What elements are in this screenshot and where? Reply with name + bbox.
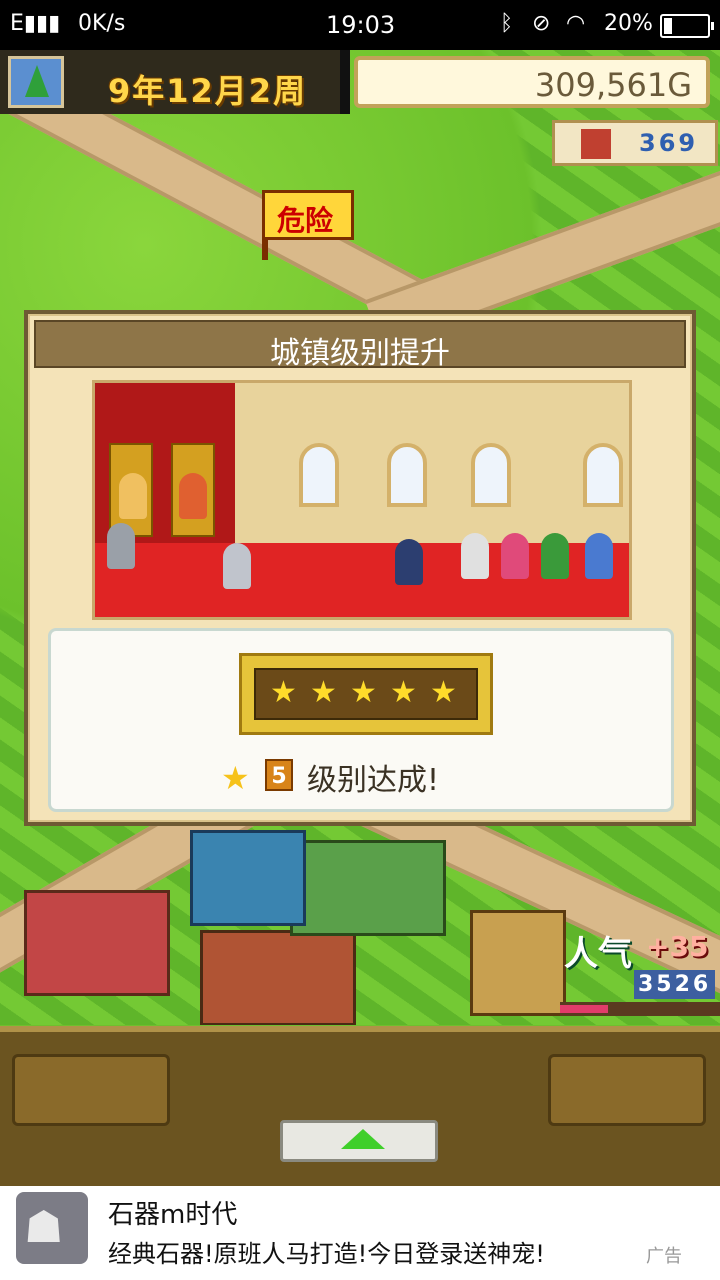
castle-window [583,443,623,507]
castle-window [299,443,339,507]
popularity-gauge[interactable] [560,1002,720,1016]
ad-app-icon[interactable]: ☗ [16,1192,88,1264]
danger-flag[interactable]: 危险 [262,190,354,240]
rating-star-icon: ★ [390,675,417,710]
mute-icon: ⊘ [532,11,551,36]
castle-window [471,443,511,507]
rating-star-icon: ★ [310,675,337,710]
expand-menu-button[interactable] [280,1120,438,1162]
citizen-figure [461,533,489,579]
danger-flag-label: 危险 [277,204,334,237]
building[interactable] [200,930,356,1025]
dialog-title: 城镇级别提升 [270,336,450,371]
dialog-title-bar: 城镇级别提升 [34,320,686,371]
toolbar-right-button[interactable] [548,1054,706,1126]
clock: 19:03 [326,11,396,39]
ad-title[interactable]: 石器m时代 [108,1194,237,1231]
chevron-up-icon [341,1129,385,1149]
level-badge: 5 [265,759,293,791]
signal-indicator: E▮▮▮ [10,11,61,36]
battery-fill [664,18,673,34]
star-rating: ★ ★ ★ ★ ★ [254,668,478,720]
bluetooth-icon: ᛒ [500,11,514,36]
popularity-gauge-fill [560,1005,608,1013]
ad-label: 广告 [646,1246,682,1267]
level-result-panel: ★ ★ ★ ★ ★ ★ 5 级别达成! [48,628,674,812]
winter-tree-icon[interactable] [8,56,64,108]
net-speed: 0K/s [78,11,126,36]
level-achieved-text: 级别达成! [307,763,440,798]
star-icon: ★ [221,759,250,797]
ad-description[interactable]: 经典石器!原班人马打造!今日登录送神宠! [108,1234,545,1269]
knight-figure [107,523,135,569]
castle-window [387,443,427,507]
money-panel: 309,561G [354,56,710,108]
ad-banner[interactable]: ☗ 石器m时代 经典石器!原班人马打造!今日登录送神宠! 广告 [0,1186,720,1280]
divider [340,50,350,114]
rating-star-icon: ★ [350,675,377,710]
building[interactable] [290,840,446,936]
stars-frame: ★ ★ ★ ★ ★ [239,653,493,735]
throne-room-illustration [92,380,632,620]
battery-percent: 20% [604,11,653,36]
citizen-figure [585,533,613,579]
citizen-figure [501,533,529,579]
status-bar: E▮▮▮ 0K/s 19:03 ᛒ ⊘ ◠ 20% [0,0,720,50]
king-figure [179,473,207,519]
popularity-delta: +35 [646,930,709,963]
popularity-value: 3526 [634,970,716,999]
building[interactable] [470,910,566,1016]
building-count: 369 [639,129,699,157]
house-icon [581,129,611,159]
wifi-icon: ◠ [566,11,586,36]
battery-icon [660,14,714,38]
money-amount: 309,561G [534,66,692,104]
mayor-figure [395,539,423,585]
rating-star-icon: ★ [430,675,457,710]
town-level-up-dialog[interactable]: 城镇级别提升 ★ ★ ★ ★ ★ ★ 5 级别达成! [24,310,696,826]
citizen-figure [541,533,569,579]
toolbar-left-button[interactable] [12,1054,170,1126]
bottom-toolbar [0,1026,720,1186]
building[interactable] [24,890,170,996]
queen-figure [119,473,147,519]
rating-star-icon: ★ [270,675,297,710]
popularity-label: 人气 [564,934,632,974]
minister-figure [223,543,251,589]
building-count-panel[interactable]: 369 [552,120,718,166]
building[interactable] [190,830,306,926]
game-date: 9年12月2周 [108,72,308,110]
